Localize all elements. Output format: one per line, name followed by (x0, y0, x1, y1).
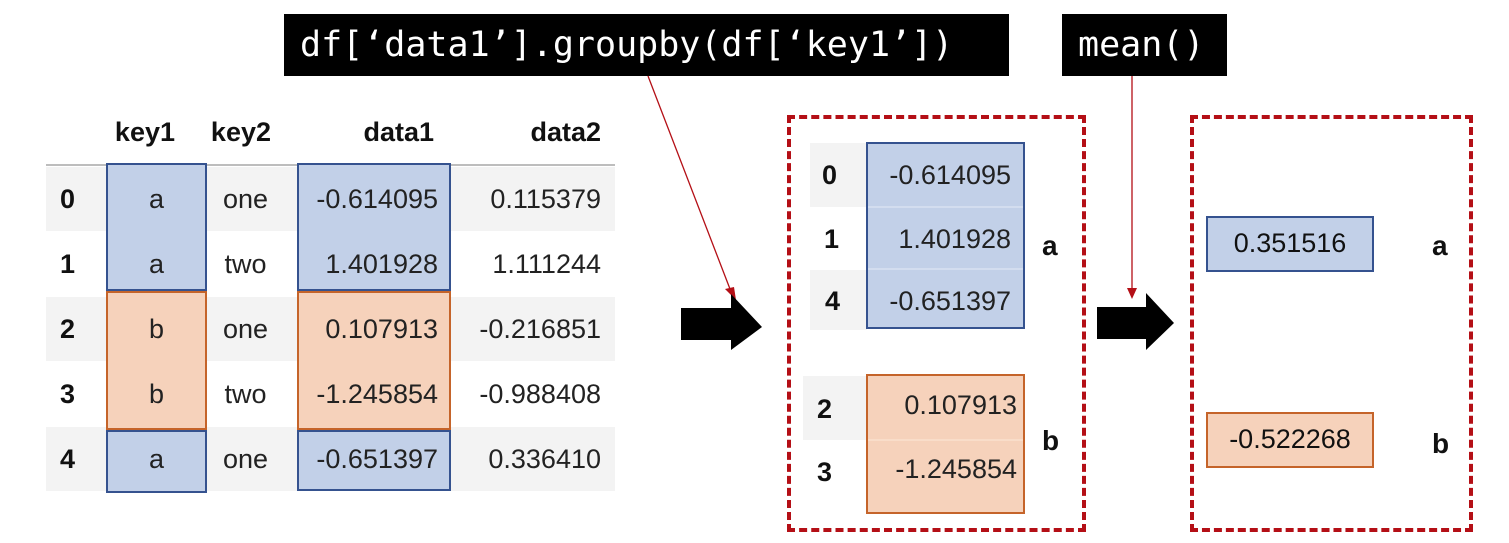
data1-cell: -0.614095 (316, 184, 438, 214)
mean-pointer-head (1127, 288, 1137, 299)
mean-result-panel (1190, 115, 1473, 532)
key1-cell: a (148, 249, 165, 279)
row-stripe (810, 143, 867, 207)
group-row-value: -0.614095 (889, 160, 1011, 190)
group-row-index: 4 (825, 286, 841, 316)
row-index: 0 (60, 184, 76, 214)
row-index: 2 (60, 314, 76, 344)
group-row-value: -0.651397 (889, 286, 1011, 316)
data1-cell: -1.245854 (316, 379, 438, 409)
result-b-value: -0.522268 (1229, 424, 1351, 454)
row-divider (868, 206, 1023, 208)
key2-cell: two (224, 379, 267, 409)
result-b-key: b (1432, 428, 1450, 459)
group-row-index: 1 (824, 224, 840, 254)
key1-cell: b (148, 379, 165, 409)
column-header-key1: key1 (114, 117, 175, 147)
column-header-data1: data1 (363, 117, 434, 147)
row-divider (868, 439, 1023, 441)
key1-cell: b (148, 314, 165, 344)
row-index: 3 (60, 379, 76, 409)
data2-cell: -0.216851 (479, 314, 601, 344)
group-key-label: a (1042, 230, 1058, 261)
result-a-key: a (1432, 230, 1448, 261)
data1-cell: 1.401928 (325, 249, 438, 279)
row-stripe (803, 376, 867, 440)
group-row-index: 3 (817, 457, 833, 487)
data1-cell: -0.651397 (316, 444, 438, 474)
arrow-right-icon (681, 294, 762, 350)
data2-cell: -0.988408 (479, 379, 601, 409)
group-row-value: 0.107913 (904, 390, 1017, 420)
row-index: 4 (60, 444, 76, 474)
column-header-key2: key2 (210, 117, 271, 147)
group-key-label: b (1042, 425, 1060, 456)
key2-cell: one (222, 314, 269, 344)
row-divider (868, 268, 1023, 270)
data2-cell: 0.115379 (490, 184, 601, 214)
group-row-value: 1.401928 (898, 224, 1011, 254)
data1-cell: 0.107913 (325, 314, 438, 344)
key1-cell: a (148, 184, 165, 214)
group-row-value: -1.245854 (895, 454, 1017, 484)
key2-cell: one (222, 444, 269, 474)
data2-cell: 0.336410 (488, 444, 601, 474)
data2-cell: 1.111244 (492, 249, 601, 279)
key2-cell: one (222, 184, 269, 214)
row-index: 1 (60, 249, 76, 279)
result-a-value: 0.351516 (1233, 228, 1347, 258)
key1-cell: a (148, 444, 165, 474)
column-header-data2: data2 (530, 117, 601, 147)
key2-cell: two (224, 249, 267, 279)
arrow-right-icon (1097, 293, 1174, 350)
groupby-pointer-line (647, 75, 731, 290)
group-row-index: 0 (822, 160, 838, 190)
group-row-index: 2 (817, 394, 833, 424)
